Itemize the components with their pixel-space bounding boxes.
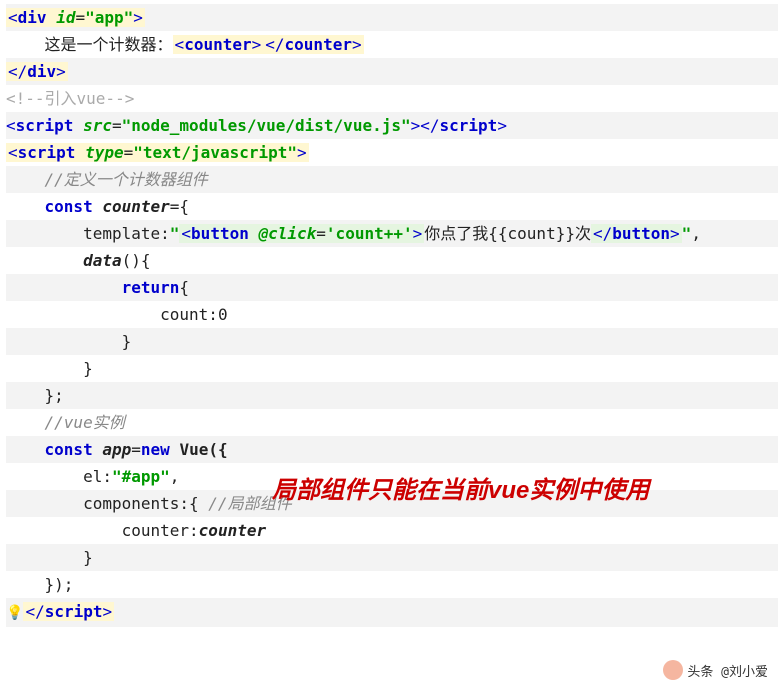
- js-comment: //定义一个计数器组件: [45, 170, 208, 189]
- kw-new: new: [141, 440, 170, 459]
- attr-value: "app": [85, 8, 133, 27]
- watermark: 头条 @刘小爱: [657, 658, 774, 682]
- code-line: <div id="app">: [6, 4, 778, 31]
- code-line: counter:counter: [6, 517, 778, 544]
- watermark-text: 头条 @刘小爱: [687, 661, 768, 680]
- code-block: <div id="app"> 这是一个计数器：<counter></counte…: [0, 0, 784, 631]
- prop-el: el: [83, 467, 102, 486]
- prop-data: data: [83, 251, 122, 270]
- angle-open: <: [8, 8, 18, 27]
- code-line: }: [6, 328, 778, 355]
- code-line: //vue实例: [6, 409, 778, 436]
- prop-template: template: [83, 224, 160, 243]
- js-comment: //vue实例: [45, 413, 125, 432]
- tag-script: script: [16, 116, 74, 135]
- code-line: }: [6, 544, 778, 571]
- code-line: return{: [6, 274, 778, 301]
- tag-counter: counter: [184, 35, 251, 54]
- comp-val: counter: [199, 521, 266, 540]
- code-line: const counter={: [6, 193, 778, 220]
- code-line: count:0: [6, 301, 778, 328]
- annotation-text: 局部组件只能在当前vue实例中使用: [272, 470, 649, 505]
- text-label: 这是一个计数器：: [45, 35, 173, 54]
- code-line: 💡</script>: [6, 598, 778, 627]
- num-zero: 0: [218, 305, 228, 324]
- kw-return: return: [122, 278, 180, 297]
- el-value: "#app": [112, 467, 170, 486]
- attr-click: @click: [258, 224, 316, 243]
- code-line: </div>: [6, 58, 778, 85]
- avatar-icon: [663, 660, 683, 680]
- lightbulb-icon: 💡: [6, 605, 23, 621]
- code-line: //定义一个计数器组件: [6, 166, 778, 193]
- ident-counter: counter: [102, 197, 169, 216]
- comp-key: counter: [122, 521, 189, 540]
- ctor-vue: Vue({: [179, 440, 227, 459]
- tag-div: div: [18, 8, 47, 27]
- src-value: "node_modules/vue/dist/vue.js": [122, 116, 411, 135]
- html-comment: <!--引入vue-->: [6, 89, 134, 108]
- code-line: };: [6, 382, 778, 409]
- attr-id: id: [56, 8, 75, 27]
- code-line: <script type="text/javascript">: [6, 139, 778, 166]
- ident-app: app: [102, 440, 131, 459]
- code-line: template:"<button @click='count++'>你点了我{…: [6, 220, 778, 247]
- tag-button: button: [191, 224, 249, 243]
- code-line: }: [6, 355, 778, 382]
- code-line: data(){: [6, 247, 778, 274]
- prop-count: count: [160, 305, 208, 324]
- kw-const: const: [45, 197, 93, 216]
- prop-components: components: [83, 494, 179, 513]
- code-line: <script src="node_modules/vue/dist/vue.j…: [6, 112, 778, 139]
- code-line: });: [6, 571, 778, 598]
- code-line: const app=new Vue({: [6, 436, 778, 463]
- code-line: 这是一个计数器：<counter></counter>: [6, 31, 778, 58]
- button-text: 你点了我{{count}}次: [424, 224, 591, 243]
- code-line: <!--引入vue-->: [6, 85, 778, 112]
